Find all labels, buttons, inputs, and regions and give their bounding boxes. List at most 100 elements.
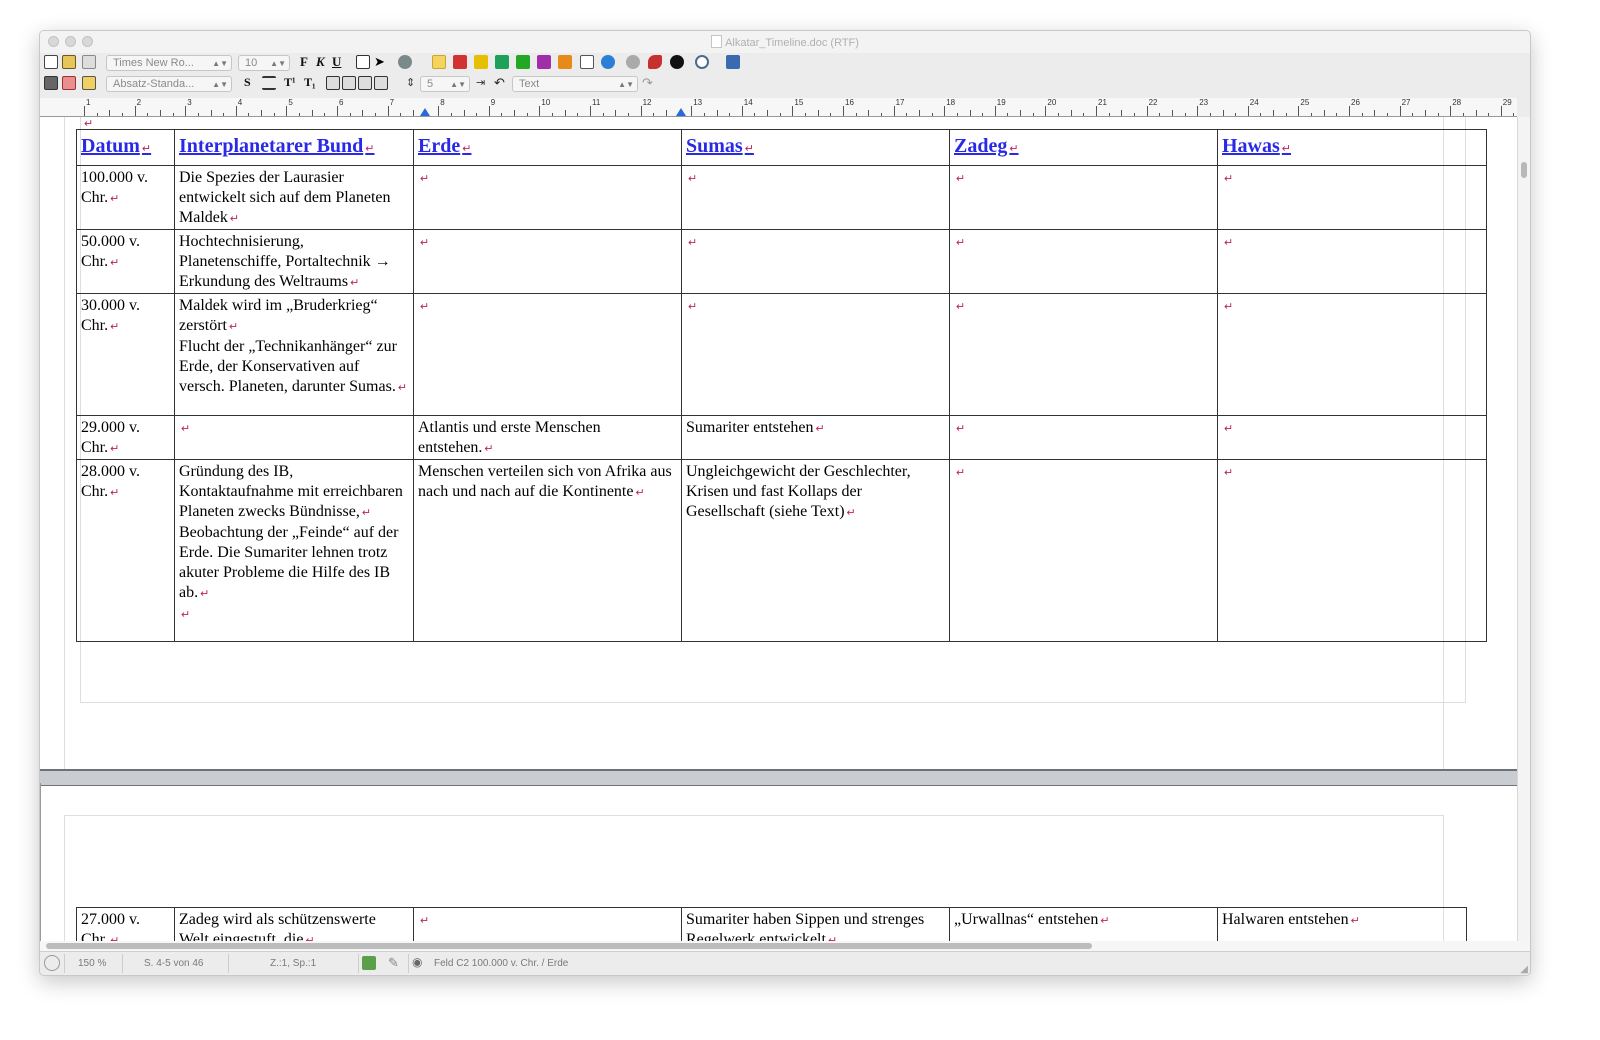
ruler-indent-marker[interactable] (676, 108, 686, 116)
table-cell[interactable]: ↵ (1217, 229, 1487, 294)
open-folder-icon[interactable] (62, 55, 76, 69)
table-cell[interactable]: ↵ (1217, 165, 1487, 230)
table-cell[interactable]: 100.000 v. Chr. ↵ (76, 165, 175, 230)
highlight-purple-icon[interactable] (537, 55, 551, 69)
table-cell[interactable]: ↵ (413, 165, 682, 230)
table-cell[interactable]: Ungleichgewicht der Geschlechter, Krisen… (681, 459, 950, 642)
text-frame-icon[interactable] (356, 55, 370, 69)
table-cell[interactable]: ↵ (413, 907, 682, 941)
table-cell[interactable]: Menschen verteilen sich von Afrika aus n… (413, 459, 682, 642)
table-cell[interactable]: ↵ (681, 229, 950, 294)
table-cell[interactable]: ↵ (174, 415, 414, 460)
compass-icon[interactable] (44, 955, 60, 971)
italic-button[interactable]: K (316, 54, 325, 70)
table-cell[interactable]: ↵ (413, 293, 682, 416)
clock-icon[interactable] (695, 55, 709, 69)
table-cell[interactable]: 27.000 v. Chr. ↵ (76, 907, 175, 941)
align-left-icon[interactable] (326, 76, 340, 90)
person-icon[interactable] (670, 55, 684, 69)
table-cell[interactable]: „Urwallnas“ entstehen ↵ (949, 907, 1218, 941)
horizontal-scroll-thumb[interactable] (46, 943, 1092, 949)
cursor-arrow-icon[interactable]: ➤ (374, 55, 388, 69)
table-cell[interactable]: 30.000 v. Chr. ↵ (76, 293, 175, 416)
table-cell[interactable]: ↵ (413, 229, 682, 294)
underline-button[interactable]: U (332, 54, 341, 70)
horizontal-scrollbar[interactable] (40, 941, 1530, 951)
print-icon[interactable] (82, 55, 96, 69)
vertical-scroll-thumb[interactable] (1521, 162, 1527, 178)
database-icon[interactable] (726, 55, 740, 69)
pencil-icon[interactable]: ✎ (388, 955, 399, 971)
table-cell[interactable]: ↵ (1217, 415, 1487, 460)
strike-button[interactable]: S (244, 75, 251, 90)
paragraph-style-select[interactable]: Absatz-Standa... ▲▼ (106, 76, 232, 92)
table-cell[interactable]: Maldek wird im „Bruderkrieg“ zerstört ↵ Fl… (174, 293, 414, 416)
highlight-orange-icon[interactable] (558, 55, 572, 69)
table-cell[interactable]: Atlantis und erste Menschen entstehen. ↵ (413, 415, 682, 460)
align-right-icon[interactable] (358, 76, 372, 90)
subscript-button[interactable]: T₁ (304, 75, 316, 90)
new-document-icon[interactable] (44, 55, 58, 69)
note-icon[interactable] (432, 55, 446, 69)
zoom-level[interactable]: 150 % (78, 958, 106, 969)
justify-icon[interactable] (374, 76, 388, 90)
highlight-red-icon[interactable] (453, 55, 467, 69)
text-style-select[interactable]: Text ▲▼ (512, 76, 638, 92)
eye-icon[interactable]: ◉ (412, 955, 422, 969)
undo-icon[interactable]: ↶ (494, 76, 508, 90)
table-cell[interactable]: 29.000 v. Chr. ↵ (76, 415, 175, 460)
bold-button[interactable]: F (300, 54, 308, 70)
table-cell[interactable]: ↵ (949, 165, 1218, 230)
table-cell[interactable]: ↵ (949, 293, 1218, 416)
font-size-select[interactable]: 10 ▲▼ (238, 55, 290, 71)
table-cell[interactable]: Gründung des IB, Kontaktaufnahme mit err… (174, 459, 414, 642)
table-cell[interactable]: Sumariter haben Sippen und strenges Rege… (681, 907, 950, 941)
font-name-select[interactable]: Times New Ro... ▲▼ (106, 55, 232, 71)
list-icon[interactable] (262, 76, 276, 90)
ruler[interactable]: 1 2 3 4 5 6 7 8 9 10 11 12 13 14 15 16 17 18 19 20 21 22 23 24 2… (40, 98, 1517, 117)
resize-grip-icon[interactable]: ◢ (1520, 964, 1528, 975)
column-header[interactable]: Erde ↵ (413, 129, 682, 166)
table-cell[interactable]: ↵ (681, 165, 950, 230)
redo-icon[interactable]: ↷ (642, 76, 656, 90)
spellcheck-icon[interactable] (362, 956, 376, 970)
table-cell[interactable]: ↵ (681, 293, 950, 416)
table-cell[interactable]: Halwaren entstehen ↵ (1217, 907, 1467, 941)
highlight-lime-icon[interactable] (516, 55, 530, 69)
table-cell[interactable]: ↵ (1217, 459, 1487, 642)
line-spacing-icon[interactable]: ⇕ (406, 76, 420, 90)
column-header[interactable]: Sumas ↵ (681, 129, 950, 166)
table-icon[interactable] (580, 55, 594, 69)
book-icon[interactable] (648, 55, 662, 69)
column-header[interactable]: Hawas ↵ (1217, 129, 1487, 166)
column-header[interactable]: Zadeg ↵ (949, 129, 1218, 166)
table-cell[interactable]: Sumariter entstehen ↵ (681, 415, 950, 460)
spacing-select[interactable]: 5 ▲▼ (420, 76, 470, 92)
table-cell[interactable]: ↵ (949, 459, 1218, 642)
indent-icon[interactable]: ⇥ (476, 76, 490, 90)
ruler-major-tick (1298, 106, 1300, 116)
align-center-icon[interactable] (342, 76, 356, 90)
table-cell[interactable]: Zadeg wird als schützenswerte Welt einge… (174, 907, 414, 941)
ruler-indent-marker[interactable] (420, 108, 430, 116)
vertical-scrollbar[interactable] (1517, 117, 1530, 941)
style-icon[interactable] (82, 76, 96, 90)
table-cell[interactable]: Die Spezies der Laurasier entwickelt sic… (174, 165, 414, 230)
highlight-yellow-icon[interactable] (474, 55, 488, 69)
table-cell[interactable]: ↵ (949, 229, 1218, 294)
column-header[interactable]: Datum ↵ (76, 129, 175, 166)
table-cell[interactable]: ↵ (949, 415, 1218, 460)
highlight-green-icon[interactable] (495, 55, 509, 69)
table-cell[interactable]: ↵ (1217, 293, 1487, 416)
table-cell[interactable]: 50.000 v. Chr. ↵ (76, 229, 175, 294)
document-area[interactable]: ↵ Datum ↵ Interplanetarer Bund ↵ Erde ↵ Sumas ↵… (40, 117, 1517, 941)
table-cell[interactable]: 28.000 v. Chr. ↵ (76, 459, 175, 642)
shape-icon[interactable] (398, 55, 412, 69)
save-icon[interactable] (44, 76, 58, 90)
column-header[interactable]: Interplanetarer Bund ↵ (174, 129, 414, 166)
table-cell[interactable]: Hochtechnisierung, Planetenschiffe, Port… (174, 229, 414, 294)
superscript-button[interactable]: T¹ (284, 75, 296, 90)
globe-icon[interactable] (601, 55, 615, 69)
ghost-icon[interactable] (626, 55, 640, 69)
save-as-icon[interactable] (62, 76, 76, 90)
